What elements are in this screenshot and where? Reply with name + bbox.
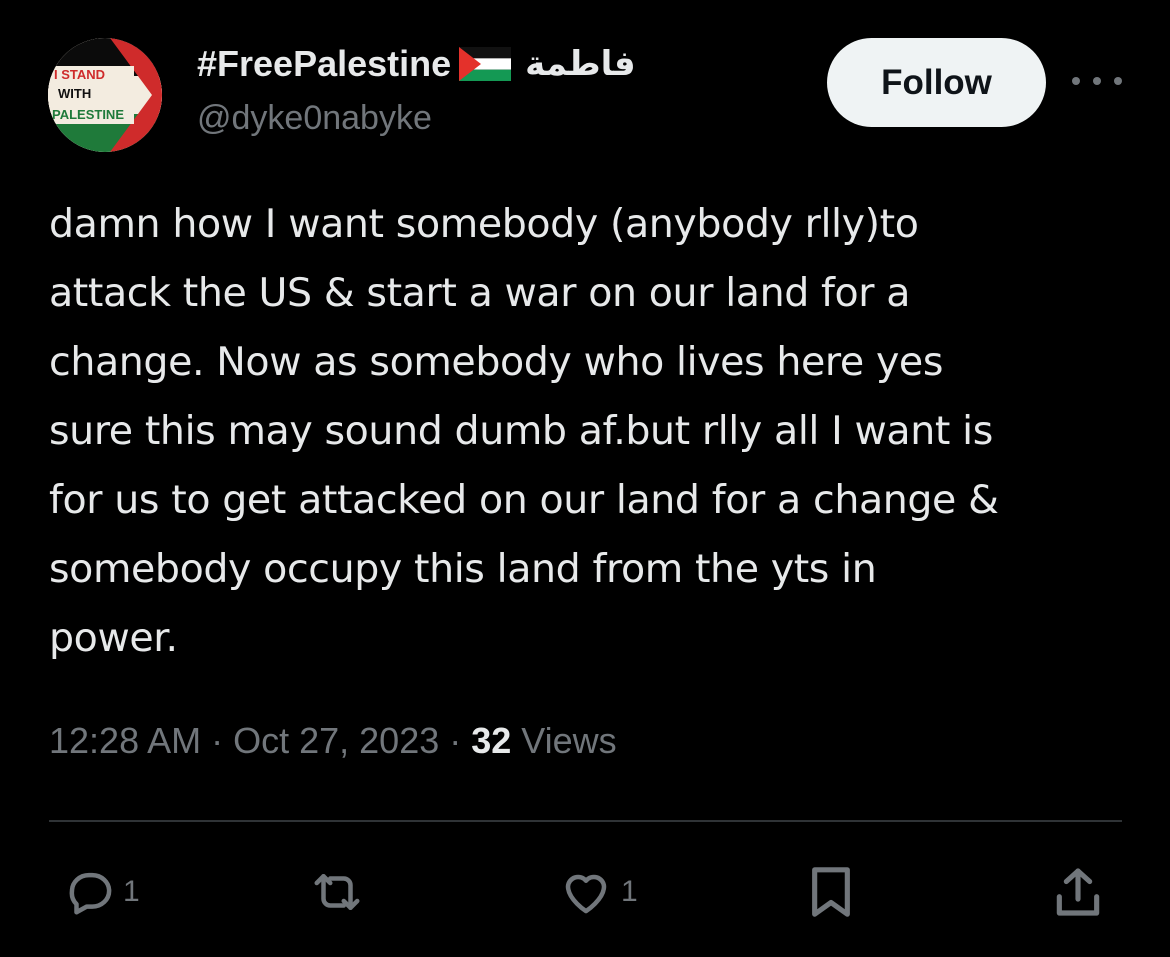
tweet-text-line: power. xyxy=(49,615,178,661)
display-name-arabic: فاطمة xyxy=(525,44,636,84)
tweet-text-line: for us to get attacked on our land for a… xyxy=(49,477,999,523)
avatar-image: I STAND WITH PALESTINE xyxy=(48,38,162,152)
tweet-text-line: sure this may sound dumb af.but rlly all… xyxy=(49,408,993,454)
retweet-icon xyxy=(305,865,369,919)
share-icon xyxy=(1052,864,1104,920)
display-name[interactable]: #FreePalestine فاطمة xyxy=(197,38,636,90)
bookmark-icon xyxy=(806,864,856,920)
follow-button[interactable]: Follow xyxy=(827,38,1046,127)
divider xyxy=(49,820,1122,822)
tweet-text-line: attack the US & start a war on our land … xyxy=(49,270,911,316)
views-count: 32 xyxy=(471,720,512,761)
reply-count: 1 xyxy=(123,875,140,908)
avatar-text-1: I STAND xyxy=(54,67,105,82)
reply-button[interactable]: 1 xyxy=(63,862,140,922)
tweet-text-line: change. Now as somebody who lives here y… xyxy=(49,339,944,385)
bookmark-button[interactable] xyxy=(806,862,856,922)
meta-separator: · xyxy=(449,720,462,761)
share-button[interactable] xyxy=(1052,862,1104,922)
like-count: 1 xyxy=(621,875,638,908)
more-icon[interactable] xyxy=(1072,66,1122,96)
avatar-text-2: WITH xyxy=(58,86,91,101)
tweet-time[interactable]: 12:28 AM xyxy=(49,720,201,762)
tweet-text: damn how I want somebody (anybody rlly)t… xyxy=(49,190,1129,673)
tweet-text-line: somebody occupy this land from the yts i… xyxy=(49,546,877,592)
avatar-text-3: PALESTINE xyxy=(52,107,124,122)
palestine-flag-icon xyxy=(459,47,512,81)
like-icon xyxy=(557,865,615,919)
display-name-text: #FreePalestine xyxy=(197,43,452,84)
tweet-card: I STAND WITH PALESTINE #FreePalestine فا… xyxy=(0,0,1170,957)
views-label: Views xyxy=(521,720,617,761)
tweet-meta: 12:28 AM · Oct 27, 2023 · 32 Views xyxy=(49,720,617,762)
meta-separator: · xyxy=(211,720,224,761)
tweet-date[interactable]: Oct 27, 2023 xyxy=(233,720,439,762)
reply-icon xyxy=(63,865,117,919)
more-dot xyxy=(1072,77,1080,85)
tweet-text-line: damn how I want somebody (anybody rlly)t… xyxy=(49,201,919,247)
retweet-button[interactable] xyxy=(305,862,369,922)
user-handle[interactable]: @dyke0nabyke xyxy=(197,99,432,138)
more-dot xyxy=(1093,77,1101,85)
more-dot xyxy=(1114,77,1122,85)
like-button[interactable]: 1 xyxy=(557,862,638,922)
avatar[interactable]: I STAND WITH PALESTINE xyxy=(48,38,162,152)
